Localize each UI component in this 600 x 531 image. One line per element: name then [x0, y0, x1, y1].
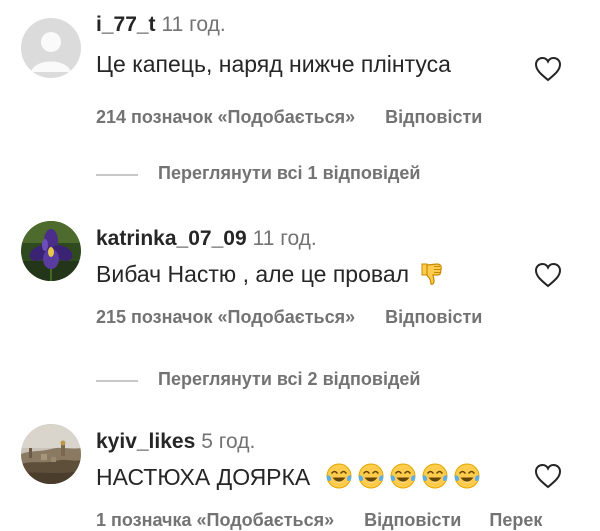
reply-button[interactable]: Відповісти [364, 510, 461, 530]
emoji-row [317, 463, 481, 490]
like-count[interactable]: 214 позначок «Подобається» [96, 107, 355, 127]
timestamp[interactable]: 11 год. [162, 13, 226, 36]
avatar[interactable] [21, 18, 81, 78]
tears-of-joy-emoji [454, 463, 480, 489]
like-count[interactable]: 1 позначка «Подобається» [96, 510, 334, 530]
view-replies-label: Переглянути всі 1 відповідей [158, 163, 421, 183]
timestamp[interactable]: 5 год. [201, 430, 255, 453]
heart-icon[interactable] [533, 55, 563, 83]
heart-icon[interactable] [533, 261, 563, 289]
like-count[interactable]: 215 позначок «Подобається» [96, 307, 355, 327]
comment-header: kyiv_likes 5 год. [96, 430, 255, 454]
replies-divider [96, 380, 138, 382]
comment-text: Вибач Настю , але це провал [96, 261, 445, 288]
username[interactable]: kyiv_likes [96, 430, 195, 453]
tears-of-joy-emoji [358, 463, 384, 489]
default-avatar-icon [21, 18, 81, 78]
heart-icon[interactable] [533, 462, 563, 490]
comment-meta: 214 позначок «Подобається» Відповісти [96, 107, 482, 128]
iris-flower-photo [21, 221, 81, 281]
timestamp[interactable]: 11 год. [253, 227, 317, 250]
city-panorama-photo [21, 424, 81, 484]
tears-of-joy-emoji [326, 463, 352, 489]
tears-of-joy-emoji [390, 463, 416, 489]
reply-button[interactable]: Відповісти [385, 107, 482, 127]
comment-header: katrinka_07_09 11 год. [96, 227, 317, 251]
username[interactable]: katrinka_07_09 [96, 227, 247, 250]
comment-text-content: Вибач Настю , але це провал [96, 261, 410, 287]
comment-header: i_77_t 11 год. [96, 13, 226, 37]
comment-meta: 215 позначок «Подобається» Відповісти [96, 307, 482, 328]
avatar[interactable] [21, 221, 81, 281]
avatar[interactable] [21, 424, 81, 484]
view-replies-button[interactable]: Переглянути всі 2 відповідей [96, 369, 496, 393]
comment-text: НАСТЮХА ДОЯРКА [96, 462, 481, 491]
reply-button[interactable]: Відповісти [385, 307, 482, 327]
translate-button[interactable]: Перек [489, 510, 542, 530]
comment-text: Це капець, наряд нижче плінтуса [96, 51, 451, 78]
tears-of-joy-emoji [422, 463, 448, 489]
username[interactable]: i_77_t [96, 13, 156, 36]
replies-divider [96, 174, 138, 176]
comment-text-content: НАСТЮХА ДОЯРКА [96, 464, 311, 490]
view-replies-button[interactable]: Переглянути всі 1 відповідей [96, 163, 496, 187]
view-replies-label: Переглянути всі 2 відповідей [158, 369, 421, 389]
thumbs-down-emoji [421, 263, 443, 285]
comment-text-content: Це капець, наряд нижче плінтуса [96, 51, 451, 77]
comment-meta: 1 позначка «Подобається» Відповісти Перек [96, 510, 542, 531]
